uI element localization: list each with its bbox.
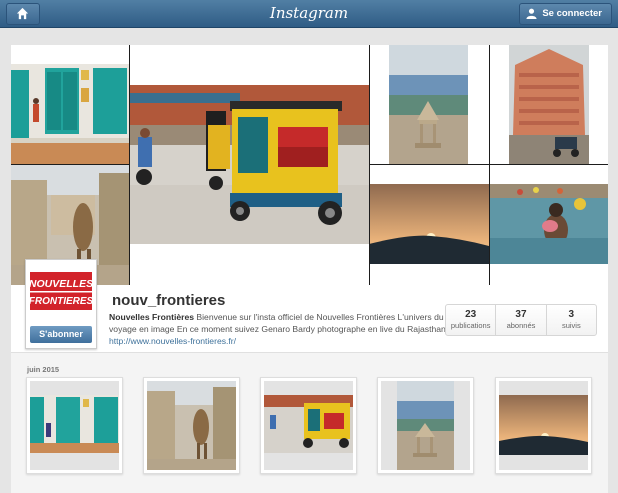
feed-photo-image — [264, 381, 353, 470]
bio-name: Nouvelles Frontières — [109, 312, 195, 322]
feed-photo-image — [381, 381, 470, 470]
feed-photo-image — [30, 381, 119, 470]
profile-avatar-frame: NOUVELLES FRONTIERES S'abonner — [25, 259, 97, 349]
avatar[interactable]: NOUVELLES FRONTIERES — [29, 264, 94, 318]
feed-photo-image — [499, 381, 588, 470]
photo-mosaic-header — [11, 45, 608, 285]
mosaic-divider — [369, 45, 370, 285]
feed-photo-blue-city[interactable] — [377, 377, 474, 474]
stat-label: publications — [450, 321, 491, 330]
mosaic-divider — [129, 45, 130, 285]
feed-photo-sunset[interactable] — [495, 377, 592, 474]
mosaic-photo-doors[interactable] — [11, 64, 129, 164]
mosaic-photo-river[interactable] — [490, 184, 608, 264]
mosaic-photo-sunset[interactable] — [369, 184, 489, 264]
profile-bio: Nouvelles Frontières Bienvenue sur l'ins… — [109, 311, 461, 347]
stat-followers[interactable]: 37 abonnés — [496, 305, 547, 335]
stat-label: abonnés — [506, 321, 536, 330]
profile-username: nouv_frontieres — [112, 292, 226, 309]
photo-feed: juin 2015 — [11, 352, 608, 493]
feed-photo-doors[interactable] — [26, 377, 123, 474]
mosaic-divider — [489, 45, 490, 285]
feed-month-label: juin 2015 — [27, 365, 60, 374]
mosaic-photo-blue-city[interactable] — [389, 45, 468, 164]
stat-following[interactable]: 3 suivis — [547, 305, 596, 335]
mosaic-photo-tuktuk[interactable] — [130, 85, 369, 244]
stat-publications[interactable]: 23 publications — [446, 305, 497, 335]
top-navigation-bar: Instagram Se connecter — [0, 0, 618, 28]
profile-header: NOUVELLES FRONTIERES S'abonner nouv_fron… — [11, 259, 608, 352]
mosaic-divider — [369, 164, 608, 165]
stat-count: 37 — [515, 309, 527, 320]
mosaic-divider — [11, 164, 129, 165]
bio-website-link[interactable]: http://www.nouvelles-frontieres.fr/ — [109, 336, 236, 346]
feed-photo-street[interactable] — [143, 377, 240, 474]
user-icon — [526, 8, 537, 19]
feed-photo-tuktuk[interactable] — [260, 377, 357, 474]
login-label: Se connecter — [542, 8, 602, 19]
login-button[interactable]: Se connecter — [519, 3, 612, 25]
mosaic-photo-palace[interactable] — [509, 45, 589, 164]
stat-label: suivis — [561, 321, 581, 330]
subscribe-button[interactable]: S'abonner — [30, 326, 92, 343]
brand-logo: NOUVELLES FRONTIERES — [29, 272, 94, 310]
feed-photo-image — [147, 381, 236, 470]
stat-count: 3 — [568, 309, 575, 320]
stat-count: 23 — [465, 309, 477, 320]
profile-stats: 23 publications 37 abonnés 3 suivis — [445, 304, 597, 336]
svg-text:NOUVELLES: NOUVELLES — [30, 278, 92, 290]
svg-text:FRONTIERES: FRONTIERES — [30, 296, 92, 307]
